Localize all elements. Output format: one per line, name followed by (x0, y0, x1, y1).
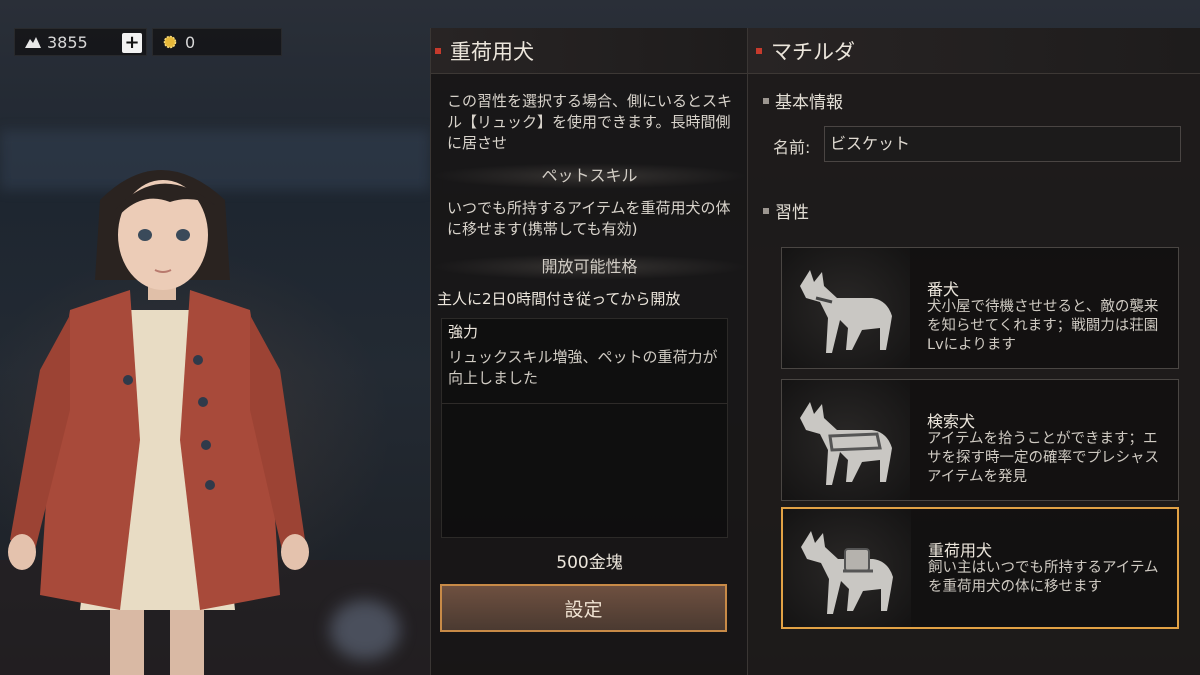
add-currency-button[interactable]: + (122, 33, 142, 53)
set-button[interactable]: 設定 (440, 584, 727, 632)
name-label: 名前: (773, 138, 811, 157)
title-marker-icon (435, 47, 441, 54)
trait-list: 強力 リュックスキル増強、ペットの重荷力が向上しました (441, 318, 728, 538)
pet-skill-text: いつでも所持するアイテムを重荷用犬の体に移せます(携帯しても有効) (447, 199, 731, 238)
habit-card-search-dog[interactable]: 検索犬 アイテムを拾うことができます；エサを探す時一定の確率でプレシャスアイテム… (781, 379, 1179, 501)
pet-skill-heading: ペットスキル (431, 163, 748, 189)
pack-dog-icon (783, 509, 911, 627)
habit-desc: 犬小屋で待機させせると、敵の襲来を知らせてくれます；戦闘力は荘園Lvによります (927, 299, 1159, 353)
pet-name-field[interactable]: ビスケット (824, 126, 1181, 162)
gold-amount: 0 (185, 32, 196, 52)
habit-name: 番犬 (927, 280, 960, 299)
silver-pile-icon (25, 37, 41, 48)
habit-card-pack-dog[interactable]: 重荷用犬 飼い主はいつでも所持するアイテムを重荷用犬の体に移せます (781, 507, 1179, 629)
price-label: 500金塊 (556, 553, 623, 573)
trait-text: リュックスキル増強、ペットの重荷力が向上しました (448, 348, 718, 387)
habit-desc: アイテムを拾うことができます；エサを探す時一定の確率でプレシャスアイテムを発見 (927, 431, 1159, 485)
search-dog-icon (782, 380, 910, 500)
character-portrait (8, 170, 309, 675)
habit-description: この習性を選択する場合、側にいるとスキル【リュック】を使用できます。長時間側に居… (447, 92, 733, 152)
pet-owner-title: マチルダ (748, 28, 1200, 74)
unlock-condition: 主人に2日0時間付き従ってから開放 (437, 290, 681, 308)
habit-card-guard-dog[interactable]: 番犬 犬小屋で待機させせると、敵の襲来を知らせてくれます；戦闘力は荘園Lvにより… (781, 247, 1179, 369)
habit-desc: 飼い主はいつでも所持するアイテムを重荷用犬の体に移せます (928, 560, 1159, 595)
plus-icon: + (124, 32, 140, 53)
habit-detail-panel: 重荷用犬 この習性を選択する場合、側にいるとスキル【リュック】を使用できます。長… (430, 28, 748, 675)
basic-info-heading: 基本情報 (763, 88, 843, 113)
guard-dog-icon (782, 248, 910, 368)
gold-counter: 0 (152, 28, 282, 56)
unlockable-heading: 開放可能性格 (431, 254, 748, 280)
gold-coin-icon (163, 35, 177, 49)
title-marker-icon (756, 47, 762, 54)
trait-name: 強力 (448, 323, 479, 341)
silver-counter: 3855 + (14, 28, 147, 56)
silver-amount: 3855 (47, 32, 88, 52)
pet-info-panel: マチルダ 基本情報 名前: ビスケット 習性 番犬 犬小屋で待機させせると、敵の… (747, 28, 1200, 675)
habit-name: 検索犬 (927, 412, 976, 431)
habit-name: 重荷用犬 (928, 541, 993, 560)
habit-detail-title: 重荷用犬 (431, 28, 747, 74)
habits-heading: 習性 (763, 198, 809, 223)
